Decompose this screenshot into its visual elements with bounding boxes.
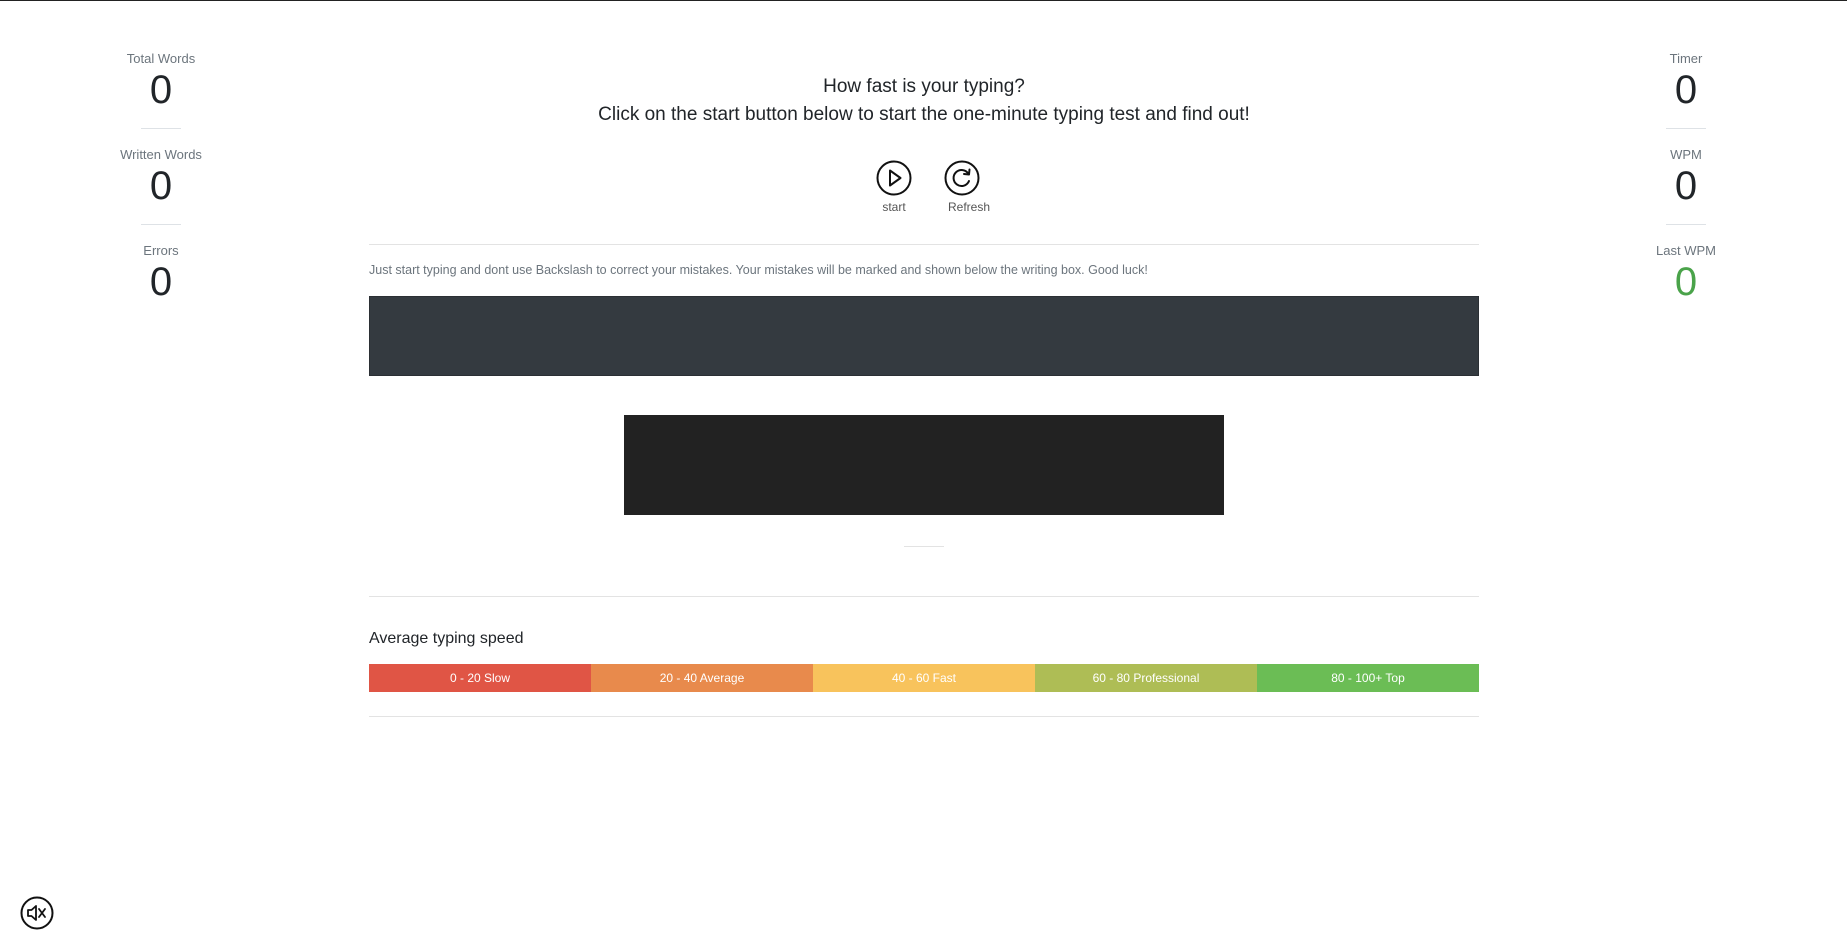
sound-muted-icon [20, 896, 54, 930]
divider [369, 244, 1479, 245]
instructions-text: Just start typing and dont use Backslash… [369, 263, 1148, 277]
right-stats-panel: Timer 0 WPM 0 Last WPM 0 [1606, 50, 1766, 338]
stat-label: Errors [143, 243, 179, 258]
stat-value: 0 [1674, 68, 1698, 112]
stat-label: Last WPM [1656, 243, 1716, 258]
divider [141, 128, 181, 129]
stat-errors: Errors 0 [81, 242, 241, 338]
sound-toggle-button[interactable] [20, 896, 54, 930]
average-speed-title: Average typing speed [369, 630, 524, 647]
speed-segment-top: 80 - 100+ Top [1257, 664, 1479, 692]
page-heading: How fast is your typing? Click on the st… [369, 73, 1479, 129]
divider [369, 716, 1479, 717]
left-stats-panel: Total Words 0 Written Words 0 Errors 0 [81, 50, 241, 338]
start-label: start [882, 200, 906, 214]
speed-scale-bar: 0 - 20 Slow 20 - 40 Average 40 - 60 Fast… [369, 664, 1479, 692]
stat-value: 0 [1674, 164, 1698, 208]
stat-label: Total Words [126, 51, 196, 66]
speed-segment-slow: 0 - 20 Slow [369, 664, 591, 692]
divider [369, 596, 1479, 597]
stat-value: 0 [149, 164, 173, 208]
play-circle-icon [876, 160, 912, 196]
stat-value: 0 [149, 260, 173, 304]
heading-subtitle: Click on the start button below to start… [598, 104, 1250, 125]
main-content: How fast is your typing? Click on the st… [369, 0, 1479, 717]
divider [1666, 128, 1706, 129]
typing-input-area[interactable] [369, 296, 1479, 376]
divider [1666, 224, 1706, 225]
speed-segment-average: 20 - 40 Average [591, 664, 813, 692]
stat-wpm: WPM 0 [1606, 146, 1766, 242]
refresh-circle-icon [944, 160, 980, 196]
divider [904, 546, 944, 547]
stat-label: Written Words [120, 147, 202, 162]
speed-segment-professional: 60 - 80 Professional [1035, 664, 1257, 692]
stat-value: 0 [1674, 260, 1698, 304]
mistakes-output-box [624, 415, 1224, 515]
stat-timer: Timer 0 [1606, 50, 1766, 146]
start-button[interactable]: start [869, 160, 919, 215]
divider [141, 224, 181, 225]
stat-label: Timer [1669, 51, 1703, 66]
stat-total-words: Total Words 0 [81, 50, 241, 146]
controls: start Refresh [369, 160, 1479, 220]
heading-title: How fast is your typing? [823, 76, 1025, 97]
stat-written-words: Written Words 0 [81, 146, 241, 242]
speed-segment-fast: 40 - 60 Fast [813, 664, 1035, 692]
stat-last-wpm: Last WPM 0 [1606, 242, 1766, 338]
stat-value: 0 [149, 68, 173, 112]
refresh-button[interactable]: Refresh [939, 160, 999, 215]
stat-label: WPM [1670, 147, 1702, 162]
refresh-label: Refresh [947, 200, 991, 214]
